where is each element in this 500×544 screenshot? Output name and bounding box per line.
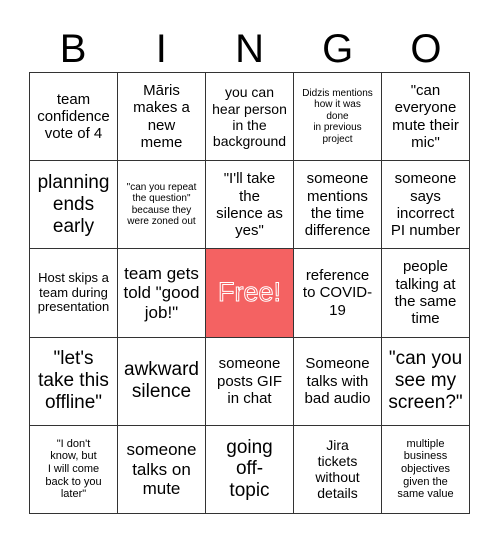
bingo-cell[interactable]: someone posts GIF in chat: [206, 337, 294, 426]
bingo-cell[interactable]: you can hear person in the background: [206, 73, 294, 162]
bingo-cell-text: Didzis mentions how it was done in previ…: [302, 87, 373, 145]
bingo-cell-text: Māris makes a new meme: [133, 82, 190, 151]
bingo-cell-text: team gets told "good job!": [123, 263, 200, 322]
bingo-cell-text: planning ends early: [37, 172, 110, 237]
bingo-cell[interactable]: planning ends early: [30, 161, 118, 250]
bingo-cell[interactable]: Someone talks with bad audio: [294, 337, 382, 426]
bingo-cell-text: "can you see my screen?": [388, 348, 463, 414]
bingo-cell[interactable]: "I don't know, but I will come back to y…: [30, 425, 118, 514]
bingo-cell[interactable]: someone mentions the time difference: [294, 161, 382, 250]
bingo-cell[interactable]: Didzis mentions how it was done in previ…: [294, 73, 382, 162]
bingo-cell[interactable]: "I'll take the silence as yes": [206, 161, 294, 250]
bingo-cell-text: someone says incorrect PI number: [390, 170, 461, 240]
bingo-cell[interactable]: someone says incorrect PI number: [382, 161, 470, 250]
bingo-cell-text: "I'll take the silence as yes": [216, 170, 283, 240]
bingo-cell[interactable]: people talking at the same time: [382, 249, 470, 338]
bingo-cell-text: multiple business objectives given the s…: [397, 437, 454, 501]
bingo-cell-text: someone posts GIF in chat: [216, 355, 283, 407]
bingo-cell[interactable]: someone talks on mute: [118, 425, 206, 514]
bingo-cell[interactable]: Jira tickets without details: [294, 425, 382, 514]
bingo-cell-text: people talking at the same time: [394, 258, 457, 328]
bingo-cell[interactable]: going off- topic: [206, 425, 294, 514]
bingo-cell[interactable]: team gets told "good job!": [118, 249, 206, 338]
bingo-cell-text: someone mentions the time difference: [304, 170, 371, 240]
header-letter-o: O: [410, 27, 442, 71]
bingo-cell-text: "can everyone mute their mic": [392, 82, 459, 151]
bingo-header: B I N G O: [29, 26, 470, 72]
bingo-cell[interactable]: Māris makes a new meme: [118, 73, 206, 162]
bingo-cell-text: "let's take this offline": [38, 348, 109, 414]
bingo-cell[interactable]: Host skips a team during presentation: [30, 249, 118, 338]
bingo-cell-text: Someone talks with bad audio: [304, 355, 371, 407]
bingo-cell[interactable]: team confidence vote of 4: [30, 73, 118, 162]
bingo-cell-text: "can you repeat the question" because th…: [126, 181, 197, 228]
bingo-cell-text: Host skips a team during presentation: [37, 269, 110, 315]
bingo-cell-text: team confidence vote of 4: [37, 90, 110, 143]
bingo-cell[interactable]: "can you see my screen?": [382, 337, 470, 426]
free-space-label: Free!: [217, 277, 282, 308]
bingo-cell-text: you can hear person in the background: [212, 84, 287, 149]
bingo-cell[interactable]: reference to COVID- 19: [294, 249, 382, 338]
bingo-cell-text: going off- topic: [226, 436, 273, 502]
bingo-cell-text: awkward silence: [124, 359, 199, 403]
bingo-grid: team confidence vote of 4 Māris makes a n…: [29, 72, 470, 514]
bingo-cell[interactable]: "let's take this offline": [30, 337, 118, 426]
free-space-cell[interactable]: Free!: [206, 249, 294, 338]
bingo-cell-text: Jira tickets without details: [315, 437, 360, 502]
header-letter-n: N: [235, 27, 264, 71]
header-letter-b: B: [59, 27, 87, 71]
bingo-cell-text: reference to COVID- 19: [302, 267, 373, 319]
header-letter-g: G: [322, 27, 354, 71]
bingo-cell[interactable]: multiple business objectives given the s…: [382, 425, 470, 514]
bingo-cell[interactable]: "can everyone mute their mic": [382, 73, 470, 162]
bingo-cell[interactable]: "can you repeat the question" because th…: [118, 161, 206, 250]
bingo-cell-text: someone talks on mute: [126, 440, 197, 499]
header-letter-i: I: [155, 27, 167, 71]
bingo-cell[interactable]: awkward silence: [118, 337, 206, 426]
bingo-cell-text: "I don't know, but I will come back to y…: [45, 437, 102, 501]
